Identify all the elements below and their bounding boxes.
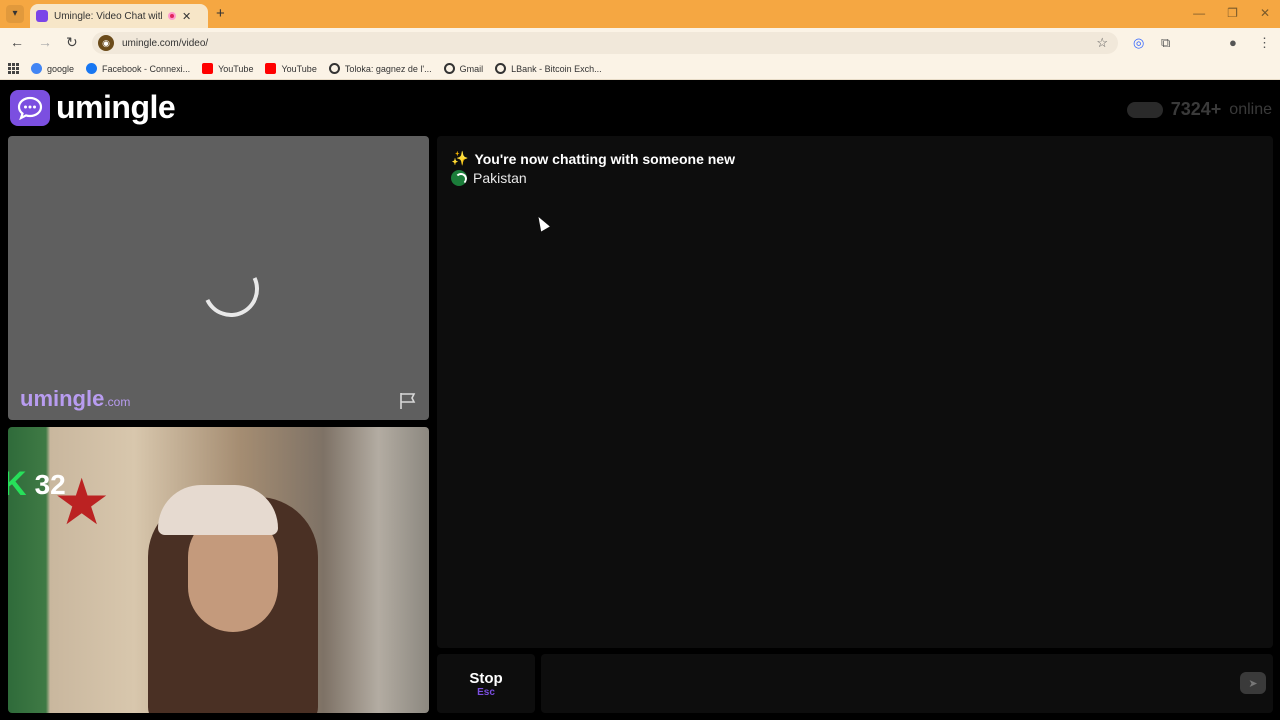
- kick-logo-icon: K: [8, 465, 27, 503]
- bookmark-gmail[interactable]: Gmail: [443, 63, 484, 74]
- online-indicator: 7324+ online: [1126, 99, 1272, 120]
- bookmark-label: YouTube: [218, 63, 254, 74]
- umingle-favicon-icon: [36, 10, 48, 22]
- facebook-icon: [86, 63, 98, 74]
- restore-icon[interactable]: ❐: [1227, 6, 1238, 20]
- system-message-text: You're now chatting with someone new: [474, 150, 735, 167]
- google-icon: [31, 63, 42, 74]
- browser-tab[interactable]: Umingle: Video Chat with S ✕: [30, 4, 208, 28]
- online-toggle: [1126, 101, 1163, 118]
- globe-icon: [495, 63, 507, 74]
- forward-arrow-icon[interactable]: →: [38, 34, 52, 50]
- minimize-icon[interactable]: —: [1193, 6, 1205, 20]
- report-flag-icon[interactable]: [399, 392, 419, 410]
- bookmark-lbank[interactable]: LBank - Bitcoin Exch...: [495, 63, 602, 74]
- stop-label: Stop: [469, 669, 503, 687]
- self-cap: [158, 485, 278, 535]
- bookmark-label: Toloka: gagnez de l'...: [344, 63, 432, 74]
- extension-circle-icon[interactable]: ◎: [1133, 35, 1144, 51]
- bookmark-youtube-1[interactable]: YouTube: [202, 63, 253, 74]
- umingle-app: umingle 7324+ online umingle .com ★ K 32…: [0, 81, 1280, 720]
- recording-icon: [168, 12, 176, 20]
- bookmark-label: google: [47, 63, 75, 74]
- stop-shortcut: Esc: [477, 686, 495, 698]
- bookmark-label: Facebook - Connexi...: [102, 63, 191, 74]
- watermark-main: umingle: [20, 386, 105, 411]
- window-controls: — ❐ ✕: [1193, 6, 1270, 20]
- bookmark-toloka[interactable]: Toloka: gagnez de l'...: [328, 63, 432, 74]
- chat-bubble-icon: [10, 89, 50, 126]
- bookmark-label: LBank - Bitcoin Exch...: [511, 63, 602, 74]
- youtube-icon: [265, 63, 277, 74]
- profile-avatar-icon[interactable]: ●: [1229, 35, 1237, 50]
- send-icon[interactable]: ➤: [1240, 672, 1266, 694]
- browser-menu-icon[interactable]: ⋮: [1258, 35, 1271, 51]
- kick-badge: K 32: [8, 465, 66, 504]
- stranger-country: Pakistan: [451, 170, 527, 186]
- browser-toolbar: ← → ↻ ◉ umingle.com/video/ ☆ ◎ ⧉ ● ⋮: [0, 28, 1280, 58]
- bookmark-facebook[interactable]: Facebook - Connexi...: [86, 63, 190, 74]
- kick-badge-number: 32: [34, 468, 66, 500]
- bookmarks-bar: google Facebook - Connexi... YouTube You…: [0, 58, 1280, 80]
- pakistan-flag-icon: [451, 170, 467, 186]
- bookmark-youtube-2[interactable]: YouTube: [265, 63, 317, 74]
- browser-tab-strip: ▾ Umingle: Video Chat with S ✕ + — ❐ ✕: [0, 0, 1280, 28]
- watermark-sub: .com: [104, 395, 131, 409]
- logo-text: umingle: [56, 89, 176, 125]
- stranger-video: umingle .com: [8, 136, 429, 420]
- system-message: ✨ You're now chatting with someone new: [451, 150, 735, 167]
- close-tab-icon[interactable]: ✕: [182, 10, 191, 23]
- sparkle-icon: ✨: [451, 150, 469, 166]
- site-info-icon[interactable]: ◉: [98, 35, 114, 51]
- online-count: 7324+: [1170, 99, 1222, 119]
- youtube-icon: [202, 63, 214, 74]
- online-label: online: [1229, 100, 1272, 118]
- tab-title: Umingle: Video Chat with S: [54, 10, 162, 22]
- bookmark-star-icon[interactable]: ☆: [1096, 35, 1108, 51]
- extensions-puzzle-icon[interactable]: ⧉: [1161, 35, 1170, 51]
- globe-icon: [328, 63, 340, 74]
- close-window-icon[interactable]: ✕: [1260, 6, 1270, 20]
- new-tab-button[interactable]: +: [216, 5, 225, 22]
- back-arrow-icon[interactable]: ←: [10, 34, 24, 50]
- url-text: umingle.com/video/: [122, 37, 209, 49]
- apps-grid-icon[interactable]: [8, 63, 19, 74]
- bookmark-label: Gmail: [459, 63, 484, 74]
- globe-icon: [443, 63, 455, 74]
- bookmark-label: YouTube: [281, 63, 317, 74]
- tab-search-icon[interactable]: ▾: [6, 5, 24, 23]
- loading-spinner-icon: [195, 253, 267, 325]
- umingle-watermark: umingle .com: [20, 386, 130, 412]
- umingle-logo[interactable]: umingle: [10, 89, 176, 126]
- address-bar[interactable]: ◉ umingle.com/video/ ☆: [92, 32, 1118, 54]
- message-input[interactable]: [541, 654, 1273, 713]
- bookmark-google[interactable]: google: [31, 63, 74, 74]
- stop-button[interactable]: Stop Esc: [437, 654, 535, 713]
- chat-log: ✨ You're now chatting with someone new P…: [437, 136, 1273, 648]
- country-name: Pakistan: [473, 170, 527, 186]
- reload-icon[interactable]: ↻: [66, 34, 78, 51]
- self-video: ★ K 32: [8, 427, 429, 713]
